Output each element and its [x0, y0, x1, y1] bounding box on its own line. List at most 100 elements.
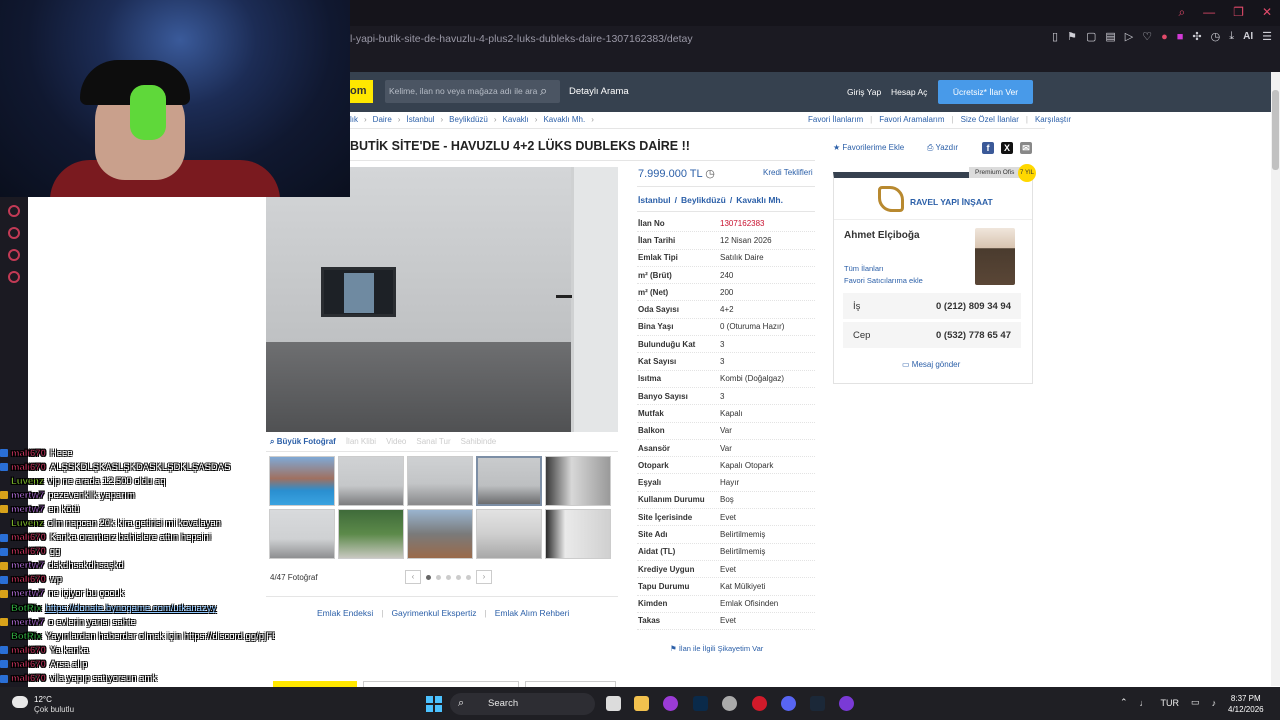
thumbnail[interactable] [407, 509, 473, 559]
advanced-search-link[interactable]: Detaylı Arama [569, 86, 629, 97]
play-icon[interactable]: ▷ [1125, 30, 1133, 43]
chat-username[interactable]: mertw7 [11, 560, 45, 572]
chat-username[interactable]: mertw7 [11, 616, 45, 628]
credit-offers-link[interactable]: Kredi Teklifleri [763, 168, 813, 177]
settings-icon[interactable] [8, 271, 20, 283]
url-bar[interactable]: l-yapi-butik-site-de-havuzlu-4-plus2-luk… [350, 28, 1050, 50]
tab-large-photo[interactable]: ⌕ Büyük Fotoğraf [270, 437, 336, 447]
chat-username[interactable]: Luvenz [11, 518, 44, 530]
chat-username[interactable]: mali670 [11, 673, 46, 685]
thumbnail[interactable] [338, 456, 404, 506]
breadcrumb-item[interactable]: Beylikdüzü [449, 115, 488, 124]
site-logo[interactable]: om [350, 80, 373, 103]
screenshot-icon[interactable]: ▢ [1086, 30, 1096, 43]
app-icon[interactable] [663, 696, 678, 711]
search-icon[interactable]: ⌕ [1178, 5, 1185, 20]
taskbar-search[interactable]: Search [450, 693, 595, 715]
search-input[interactable]: Kelime, ilan no veya mağaza adı ile ara [385, 80, 560, 103]
page-dot[interactable] [436, 574, 441, 580]
clock-icon[interactable] [8, 227, 20, 239]
maximize-icon[interactable]: ❐ [1233, 5, 1244, 20]
scrollbar[interactable] [1271, 72, 1280, 686]
page-dot[interactable] [446, 574, 451, 580]
compare-link[interactable]: Karşılaştır [1035, 115, 1071, 124]
app-icon[interactable] [722, 696, 737, 711]
buying-guide-link[interactable]: Emlak Alım Rehberi [495, 608, 570, 618]
bookmark-icon[interactable]: ⚑ [1067, 30, 1077, 43]
player-icon[interactable] [8, 205, 20, 217]
start-button[interactable] [426, 696, 442, 712]
minimize-icon[interactable]: — [1203, 5, 1215, 20]
file-explorer-icon[interactable] [634, 696, 649, 711]
location-city[interactable]: İstanbul [638, 195, 671, 205]
firm-logo[interactable] [878, 186, 904, 212]
next-button[interactable]: › [476, 570, 492, 584]
mail-icon[interactable]: ✉ [1020, 142, 1032, 154]
thumbnail[interactable] [545, 456, 611, 506]
close-icon[interactable]: ✕ [1262, 5, 1272, 20]
location-neighborhood[interactable]: Kavaklı Mh. [736, 195, 783, 205]
thumbnail[interactable] [407, 456, 473, 506]
location-district[interactable]: Beylikdüzü [681, 195, 726, 205]
chevron-up-icon[interactable]: ⌃ [1120, 697, 1128, 708]
send-icon[interactable] [8, 249, 20, 261]
task-view-icon[interactable] [606, 696, 621, 711]
reader-icon[interactable]: ▤ [1105, 30, 1115, 43]
chat-username[interactable]: BotRix [11, 602, 42, 614]
search-icon[interactable]: ⌕ [540, 83, 554, 98]
mobile-phone[interactable]: Cep 0 (532) 778 65 47 [843, 322, 1021, 348]
main-photo[interactable] [266, 167, 618, 432]
chat-text[interactable]: https://donate.bynogame.com/utkanazyy [46, 603, 217, 614]
weather-desc[interactable]: Çok bulutlu [34, 705, 74, 714]
tab-virtual-tour[interactable]: Sanal Tur [416, 437, 450, 447]
tab-clip[interactable]: İlan Klibi [346, 437, 376, 447]
clock[interactable]: 8:37 PM 4/12/2026 [1228, 693, 1264, 715]
history-icon[interactable]: ◷ [1211, 30, 1221, 43]
app-icon[interactable] [839, 696, 854, 711]
extension-badge-icon[interactable]: ● [1161, 31, 1168, 43]
language-indicator[interactable]: TUR [1161, 698, 1180, 708]
add-favorite-button[interactable]: ★ Favorilerime Ekle [833, 143, 904, 152]
chat-username[interactable]: mertw7 [11, 588, 45, 600]
tab-owner[interactable]: Sahibinde [461, 437, 497, 447]
volume-icon[interactable]: ♪ [1212, 698, 1217, 708]
thumbnail[interactable] [545, 509, 611, 559]
tab-video[interactable]: Video [386, 437, 406, 447]
chat-username[interactable]: mali670 [11, 532, 46, 544]
opera-icon[interactable] [752, 696, 767, 711]
steam-icon[interactable] [810, 696, 825, 711]
chat-username[interactable]: mali670 [11, 659, 46, 671]
register-link[interactable]: Hesap Aç [891, 87, 927, 97]
thumbnail[interactable] [338, 509, 404, 559]
login-link[interactable]: Giriş Yap [847, 87, 881, 97]
real-estate-index-link[interactable]: Emlak Endeksi [317, 608, 373, 618]
page-dot[interactable] [426, 574, 431, 580]
breadcrumb-item[interactable]: Daire [373, 115, 392, 124]
heart-icon[interactable]: ♡ [1142, 30, 1152, 43]
mic-icon[interactable]: ♩ [1140, 698, 1149, 708]
favorite-searches-link[interactable]: Favori Aramalarım [879, 115, 944, 124]
network-icon[interactable]: ▭ [1191, 697, 1200, 708]
page-dot[interactable] [456, 574, 461, 580]
extension-pink-icon[interactable]: ■ [1177, 31, 1184, 43]
thumbnail[interactable] [269, 456, 335, 506]
chat-username[interactable]: mali670 [11, 645, 46, 657]
breadcrumb-item[interactable]: lık [350, 115, 358, 124]
discord-icon[interactable] [781, 696, 796, 711]
send-message-button[interactable]: ▭ Mesaj gönder [902, 360, 960, 369]
split-view-icon[interactable]: ▯ [1052, 30, 1058, 43]
appraisal-link[interactable]: Gayrimenkul Ekspertiz [391, 608, 476, 618]
chat-username[interactable]: mertw7 [11, 490, 45, 502]
post-ad-button[interactable]: Ücretsiz* İlan Ver [938, 80, 1033, 104]
print-button[interactable]: ⎙ Yazdır [927, 143, 958, 153]
chat-username[interactable]: BotRix [11, 631, 42, 643]
favorite-listings-link[interactable]: Favori İlanlarım [808, 115, 863, 124]
chat-username[interactable]: mertw7 [11, 504, 45, 516]
chat-username[interactable]: mali670 [11, 574, 46, 586]
download-icon[interactable]: ⤓ [1229, 30, 1234, 43]
chat-username[interactable]: mali670 [11, 461, 46, 473]
facebook-icon[interactable]: f [982, 142, 994, 154]
thumbnail[interactable] [269, 509, 335, 559]
ai-button[interactable]: AI [1243, 31, 1253, 42]
puzzle-icon[interactable]: ✣ [1192, 30, 1201, 43]
